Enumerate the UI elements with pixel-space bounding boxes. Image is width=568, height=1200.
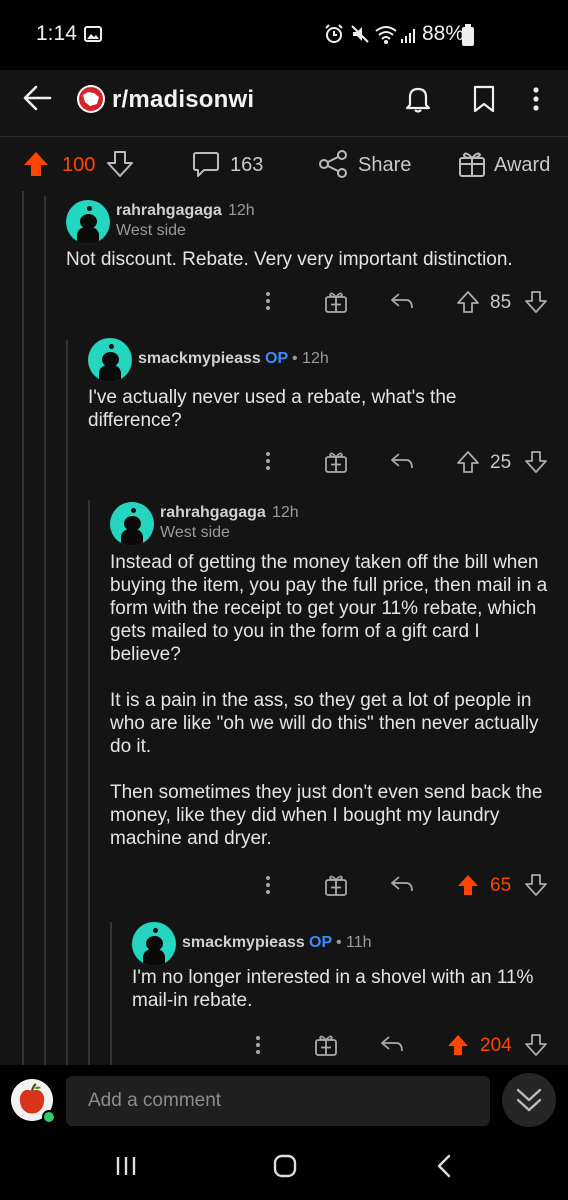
avatar[interactable] [110,502,154,546]
comment-body: Not discount. Rebate. Very very importan… [66,248,546,271]
avatar[interactable] [88,338,132,382]
comment-author[interactable]: smackmypieass [138,350,261,368]
upvote-icon[interactable] [456,290,480,314]
avatar[interactable] [66,200,110,244]
comment-paragraph: Not discount. Rebate. Very very importan… [66,249,513,270]
share-icon[interactable] [318,150,348,178]
post-score: 100 [62,154,96,176]
collapse-button[interactable] [502,1073,556,1127]
op-badge: OP [309,934,333,951]
downvote-icon[interactable] [524,290,548,314]
wifi-icon [375,26,397,44]
thread-line [110,922,112,1065]
online-indicator [42,1110,56,1124]
comment-score: 65 [490,875,512,896]
back-arrow-icon[interactable] [22,84,54,112]
thread-line [88,500,90,1065]
thread-line [66,340,68,1065]
user-flair: West side [160,524,230,541]
downvote-icon[interactable] [524,1033,548,1057]
comment-age: 12h [228,202,255,219]
comment-body: I'm no longer interested in a shovel wit… [132,966,552,1012]
comment-score: 204 [480,1035,512,1056]
downvote-icon[interactable] [524,450,548,474]
comment-age: • 11h [336,934,372,951]
home-icon[interactable] [272,1153,298,1179]
mute-icon [351,25,369,43]
bookmark-icon[interactable] [472,84,496,114]
award-icon[interactable] [458,150,486,178]
downvote-icon[interactable] [524,873,548,897]
more-icon[interactable] [255,1035,261,1055]
recents-icon[interactable] [114,1154,138,1178]
award-button[interactable]: Award [494,154,550,177]
battery-icon [462,24,474,46]
downvote-icon[interactable] [106,150,134,178]
comment-age: • 12h [292,350,329,367]
alarm-icon [325,24,343,43]
award-icon[interactable] [325,874,347,896]
comment-score: 25 [490,452,512,473]
thread-line [22,191,24,1065]
thread-line [44,196,46,1065]
comment-author[interactable]: rahrahgagaga [116,202,222,220]
upvote-icon[interactable] [22,150,50,178]
upvote-icon[interactable] [446,1033,470,1057]
subreddit-icon[interactable] [76,84,106,114]
share-button[interactable]: Share [358,154,411,177]
user-flair: West side [116,222,186,239]
comment-paragraph: It is a pain in the ass, so they get a l… [110,690,539,757]
more-icon[interactable] [265,875,271,895]
add-comment-input[interactable]: Add a comment [66,1076,490,1126]
comment-paragraph: I'm no longer interested in a shovel wit… [132,967,534,1011]
award-icon[interactable] [325,291,347,313]
gallery-icon [84,26,102,42]
subreddit-name[interactable]: r/madisonwi [112,86,254,114]
comment-placeholder: Add a comment [88,1090,222,1111]
award-icon[interactable] [315,1034,337,1056]
reply-icon[interactable] [390,291,414,311]
back-nav-icon[interactable] [434,1153,454,1179]
reply-icon[interactable] [390,451,414,471]
comment-score: 85 [490,292,512,313]
comment-paragraph: I've actually never used a rebate, what'… [88,387,457,431]
comment-paragraph: Then sometimes they just don't even send… [110,782,543,849]
reply-icon[interactable] [390,874,414,894]
comment-paragraph: Instead of getting the money taken off t… [110,552,548,665]
status-bar: 1:14 88% [0,0,568,70]
chevron-down-icon [516,1088,542,1112]
signal-icon [401,29,415,43]
more-icon[interactable] [532,86,540,112]
battery-level: 88% [422,22,465,45]
comment-body: I've actually never used a rebate, what'… [88,386,488,432]
status-time: 1:14 [36,22,77,45]
upvote-icon[interactable] [456,873,480,897]
more-icon[interactable] [265,451,271,471]
bell-icon[interactable] [404,84,432,114]
award-icon[interactable] [325,451,347,473]
avatar[interactable] [132,922,176,966]
upvote-icon[interactable] [456,450,480,474]
comment-author[interactable]: smackmypieass [182,934,305,952]
more-icon[interactable] [265,291,271,311]
comment-body: Instead of getting the money taken off t… [110,551,555,850]
comment-author[interactable]: rahrahgagaga [160,504,266,522]
comment-count[interactable]: 163 [230,154,263,177]
comment-icon[interactable] [192,150,220,178]
op-badge: OP [265,350,289,367]
comment-age: 12h [272,504,299,521]
reply-icon[interactable] [380,1034,404,1054]
